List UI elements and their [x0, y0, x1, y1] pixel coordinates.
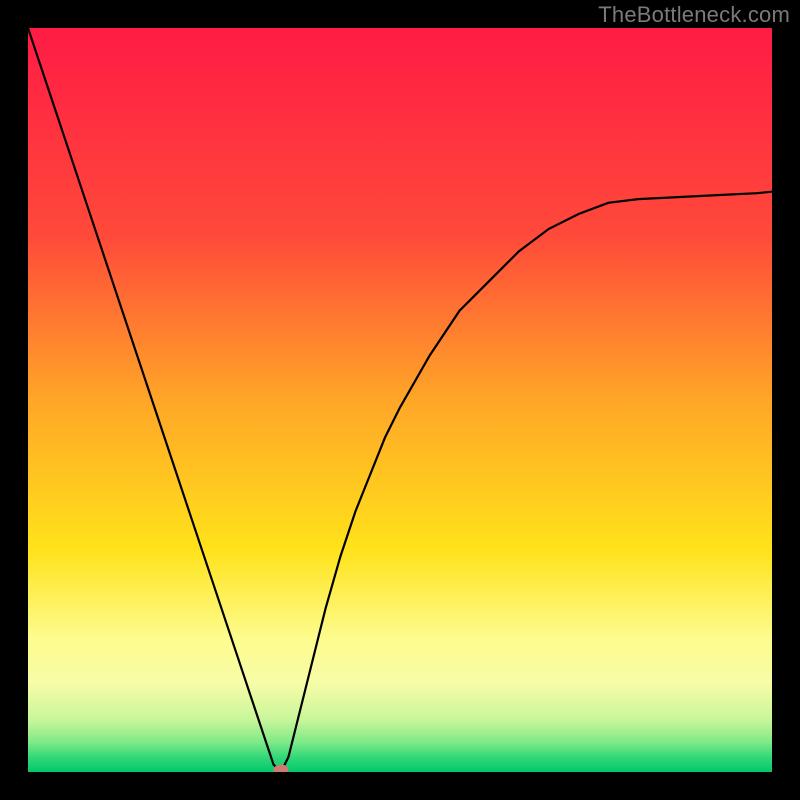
chart-area	[28, 28, 772, 772]
page-root: TheBottleneck.com	[0, 0, 800, 800]
minimum-marker	[274, 765, 288, 772]
watermark-text: TheBottleneck.com	[598, 2, 790, 28]
gradient-background	[28, 28, 772, 772]
chart-svg	[28, 28, 772, 772]
